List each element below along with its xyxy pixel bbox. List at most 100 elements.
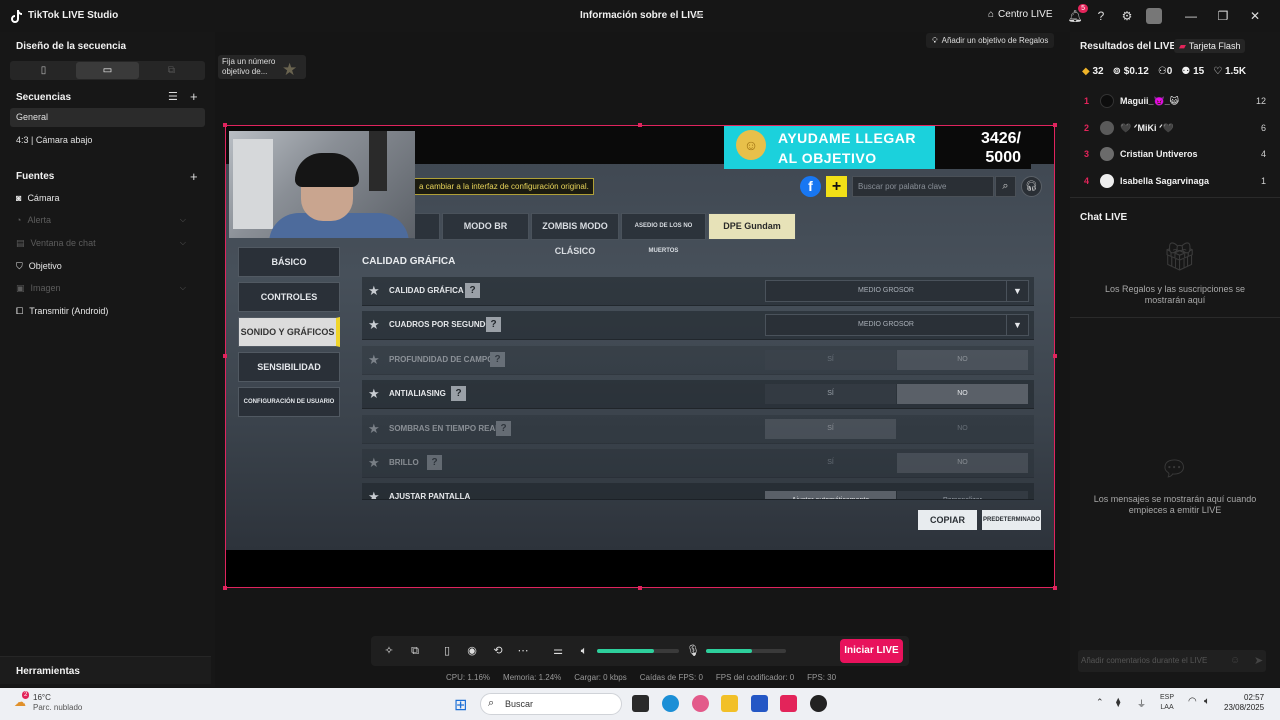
coin-icon: ⊚ [1112, 66, 1121, 77]
group-icon: ⚉ [1181, 66, 1191, 77]
resize-handle[interactable] [1053, 354, 1057, 358]
medal-icon: ☺ [736, 130, 766, 160]
usb-icon[interactable]: ⏚ [1137, 697, 1146, 710]
source-item-chat-window[interactable]: ▤ Ventana de chat ⌵ [16, 236, 186, 250]
goal-current: 3426/ [980, 130, 1021, 147]
dual-layout-button[interactable]: ⧉ [140, 62, 203, 79]
settings-row: ★ CUADROS POR SEGUNDO ? MEDIO GROSOR ▼ [362, 311, 1034, 340]
start-live-button[interactable]: Iniciar LIVE [840, 639, 903, 663]
cast-icon: ⧠ [16, 305, 24, 316]
chevron-down-icon[interactable]: ⌵ [180, 215, 186, 225]
chevron-down-icon[interactable]: ⌵ [180, 283, 186, 293]
clock[interactable]: 02:57 23/08/2025 [1224, 693, 1264, 713]
live-info-title[interactable]: Información sobre el LIVE [580, 10, 703, 21]
bell-icon[interactable]: 🔔︎ 5 [1067, 4, 1088, 24]
preview-canvas[interactable]: a cambiar a la interfaz de configuración… [223, 123, 1057, 590]
portrait-layout-button[interactable]: ▯ [12, 62, 75, 79]
default-button: PREDETERMINADO [982, 510, 1041, 530]
taskbar-search[interactable]: Buscar [480, 693, 622, 715]
gear-icon[interactable]: ⚙ [1119, 8, 1135, 24]
record-icon[interactable]: ◉ [465, 644, 479, 658]
add-sequence-button[interactable]: + [190, 89, 198, 104]
help-icon[interactable]: ? [1093, 8, 1109, 24]
app-icon[interactable] [810, 695, 827, 712]
add-source-button[interactable]: + [190, 169, 198, 184]
emoji-icon[interactable]: ☺ [1230, 655, 1240, 666]
wifi-icon[interactable]: ◠ [1188, 696, 1197, 707]
close-icon[interactable]: ✕ [1247, 8, 1263, 24]
share-icon[interactable]: ➦ [694, 9, 703, 22]
phone-icon[interactable]: ▯ [440, 644, 454, 658]
network-tray-icon[interactable]: ⧫ [1116, 697, 1120, 708]
replay-icon[interactable]: ⟲ [491, 644, 505, 658]
add-gift-goal-button[interactable]: 💡︎ Añadir un objetivo de Regalos [926, 33, 1055, 48]
store-icon[interactable] [751, 695, 768, 712]
bottom-control-bar: ✧ ⧉ ▯ ◉ ⟲ ⋯ ⚌ 🔈︎ 🎙︎ [371, 636, 909, 666]
perf-stats: CPU: 1.16% Memoria: 1.24% Cargar: 0 kbps… [446, 673, 837, 682]
source-item-image[interactable]: ▣ Imagen ⌵ [16, 281, 186, 295]
dropdown: MEDIO GROSOR ▼ [765, 280, 1029, 302]
tiktok-studio-icon[interactable] [780, 695, 797, 712]
resize-handle[interactable] [638, 586, 642, 590]
ranking-row[interactable]: 4 Isabella Sagarvinaga 1 [1084, 173, 1266, 189]
windows-start-icon[interactable]: ⊞ [454, 695, 467, 715]
task-view-icon[interactable] [632, 695, 649, 712]
ranking-row[interactable]: 2 🖤 ᐟMiKi ᐟ🖤 6 [1084, 120, 1266, 136]
minimize-icon[interactable]: — [1183, 8, 1199, 24]
sequence-item[interactable]: General [10, 108, 205, 127]
chevron-up-icon[interactable]: ⌃ [1096, 697, 1104, 708]
resize-handle[interactable] [1053, 123, 1057, 127]
source-item-cast-android[interactable]: ⧠ Transmitir (Android) [16, 304, 186, 318]
microphone-icon[interactable]: 🎙︎ [686, 644, 700, 658]
source-item-alert[interactable]: ◔ Alerta ⌵ [16, 213, 186, 227]
ranking-row[interactable]: 3 Cristian Untiveros 4 [1084, 146, 1266, 162]
sliders-icon[interactable]: ⚌ [551, 644, 565, 658]
lightbulb-icon: 💡︎ [932, 35, 938, 45]
folder-icon[interactable] [721, 695, 738, 712]
volume-slider[interactable] [597, 649, 679, 653]
mic-slider[interactable] [706, 649, 786, 653]
layout-icon[interactable]: ⧉ [408, 644, 422, 658]
tools-section[interactable]: Herramientas [0, 656, 211, 684]
speaker-icon[interactable]: 🔈︎ [577, 644, 591, 658]
edge-icon[interactable] [662, 695, 679, 712]
search-icon: ⌕ [995, 176, 1016, 197]
resize-handle[interactable] [638, 123, 642, 127]
resize-handle[interactable] [223, 354, 227, 358]
chevron-down-icon[interactable]: ⌵ [180, 238, 186, 248]
source-item-goal[interactable]: ⛉ Objetivo [16, 259, 186, 273]
more-icon[interactable]: ⋯ [516, 644, 530, 658]
mode-tab: MODO BR [442, 213, 529, 240]
settings-row: ★ PROFUNDIDAD DE CAMPO ? SÍ NO [362, 346, 1034, 375]
notification-badge: 5 [1078, 4, 1088, 13]
help-icon: ? [451, 386, 466, 401]
weather-widget[interactable]: ☁ 2 16°C Parc. nublado [14, 691, 82, 713]
flash-card-button[interactable]: ▰ Tarjeta Flash [1174, 39, 1246, 53]
copilot-icon[interactable] [692, 695, 709, 712]
center-live-button[interactable]: ⌂ Centro LIVE [988, 9, 1053, 20]
triangle-down-icon: ▼ [1006, 315, 1028, 335]
list-icon[interactable]: ☰ [168, 90, 178, 103]
avatar[interactable] [1146, 8, 1162, 24]
volume-icon[interactable]: 🔈︎ [1204, 696, 1210, 707]
divider [1070, 197, 1280, 198]
magic-wand-icon[interactable]: ✧ [382, 644, 396, 658]
chat-bubble-icon: 💬︎ [1160, 456, 1188, 481]
resize-handle[interactable] [223, 586, 227, 590]
sequence-item[interactable]: 4:3 | Cámara abajo [10, 131, 205, 150]
camera-icon: ◙ [16, 193, 22, 203]
star-icon: ★ [368, 386, 380, 401]
source-item-camera[interactable]: ◙ Cámara [16, 191, 186, 205]
center-live-label: Centro LIVE [998, 9, 1053, 20]
people-icon: ⚇ [1157, 66, 1167, 77]
resize-handle[interactable] [223, 123, 227, 127]
send-icon[interactable]: ➤ [1254, 654, 1263, 667]
goal-overlay: ☺ AYUDAME LLEGAR AL OBJETIVO [724, 126, 935, 169]
mode-tab-hidden [414, 213, 440, 240]
mode-tab: ZOMBIS MODO CLÁSICO [531, 213, 619, 256]
landscape-layout-button[interactable]: ▭ [76, 62, 139, 79]
language-indicator[interactable]: ESP LAA [1160, 693, 1174, 713]
maximize-icon[interactable]: ❐ [1215, 8, 1231, 24]
resize-handle[interactable] [1053, 586, 1057, 590]
ranking-row[interactable]: 1 Maguii_👿_😺 12 [1084, 93, 1266, 109]
